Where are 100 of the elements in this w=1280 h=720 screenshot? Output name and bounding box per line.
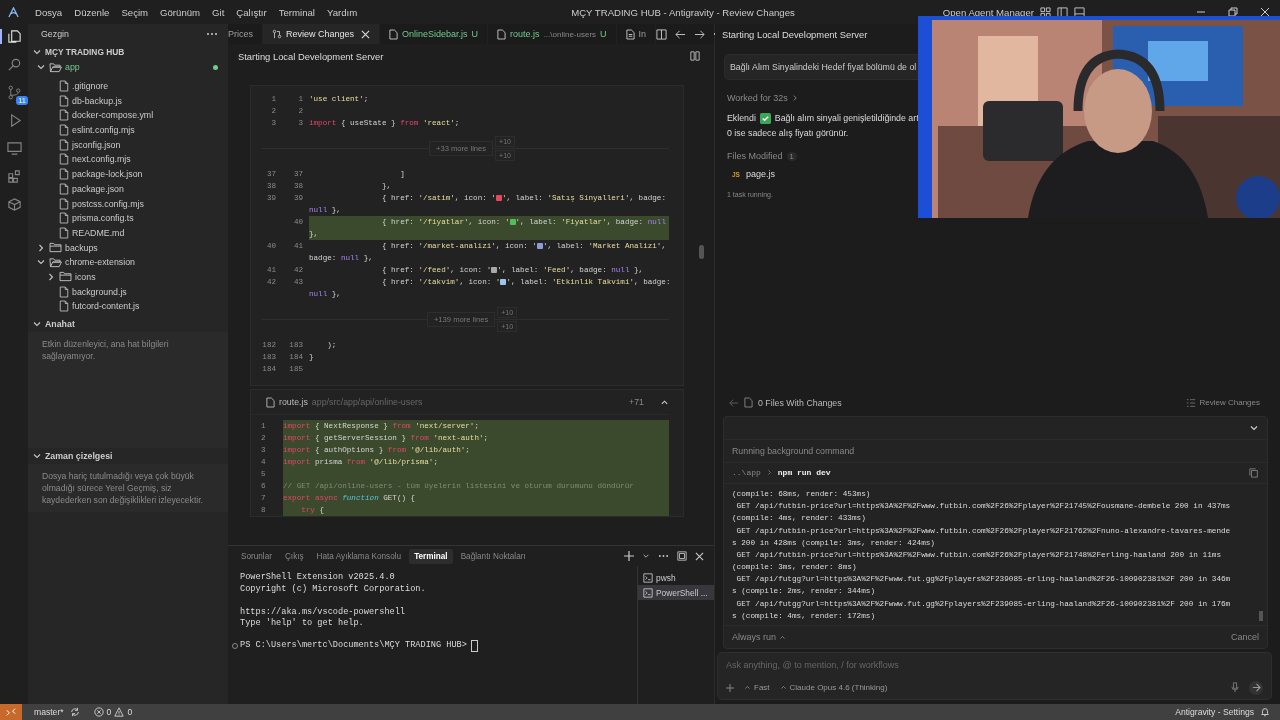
menu-item[interactable]: Çalıştır bbox=[230, 6, 273, 18]
sidebar-icon[interactable] bbox=[1057, 6, 1068, 18]
close-icon[interactable] bbox=[1260, 7, 1270, 17]
review-changes-button[interactable]: Review Changes bbox=[1185, 397, 1270, 408]
terminal-item[interactable]: pwsh bbox=[638, 570, 714, 585]
back-arrow-icon[interactable] bbox=[675, 28, 687, 40]
file-item[interactable]: README.md bbox=[72, 227, 125, 238]
file-item[interactable]: postcss.config.mjs bbox=[72, 198, 144, 209]
menu-item[interactable]: Düzenle bbox=[68, 6, 116, 18]
error-icon bbox=[93, 707, 104, 717]
panel-tab[interactable]: Sorunlar bbox=[236, 548, 277, 564]
search-icon[interactable] bbox=[6, 57, 22, 72]
more-icon[interactable] bbox=[658, 554, 669, 558]
editor-tab[interactable]: OnlineSidebar.js U bbox=[380, 24, 489, 44]
file-item[interactable]: next.config.mjs bbox=[72, 154, 131, 165]
file-path: app/src/app/api/online-users bbox=[311, 397, 423, 407]
list-icon bbox=[1185, 397, 1196, 408]
modified-dot bbox=[213, 64, 218, 70]
cancel-button[interactable]: Cancel bbox=[1231, 632, 1259, 642]
branch-button[interactable]: master* bbox=[34, 707, 64, 717]
settings-link[interactable]: Antigravity - Settings bbox=[1175, 707, 1254, 717]
error-count[interactable]: 0 bbox=[106, 707, 112, 717]
file-icon bbox=[59, 226, 69, 239]
menu-item[interactable]: Git bbox=[206, 6, 231, 18]
panel-tab[interactable]: Terminal bbox=[409, 548, 453, 564]
chevron-down-icon[interactable] bbox=[32, 451, 42, 461]
menu-item[interactable]: Seçim bbox=[115, 6, 155, 18]
chevron-down-icon[interactable] bbox=[32, 47, 42, 57]
workspace-root[interactable]: MÇY TRADING HUB bbox=[45, 47, 125, 57]
chevron-down-icon[interactable] bbox=[642, 552, 650, 560]
file-item[interactable]: eslint.config.mjs bbox=[72, 125, 135, 136]
menu-item[interactable]: Görünüm bbox=[154, 6, 207, 18]
scrollbar-thumb[interactable] bbox=[699, 245, 704, 259]
sync-icon[interactable] bbox=[69, 707, 80, 717]
modified-file-link[interactable]: page.js bbox=[745, 169, 775, 179]
file-icon bbox=[744, 397, 753, 409]
panel-tab[interactable]: Çıkış bbox=[279, 548, 309, 564]
always-run-button[interactable]: Always run bbox=[732, 632, 786, 642]
file-name[interactable]: route.js bbox=[279, 397, 308, 407]
file-item[interactable]: background.js bbox=[72, 286, 127, 297]
forward-arrow-icon[interactable] bbox=[694, 28, 706, 40]
file-item[interactable]: package-lock.json bbox=[72, 169, 143, 180]
close-icon[interactable] bbox=[361, 29, 371, 39]
reply-text: Bağlı alım sinyali genişletildiğinde art bbox=[774, 112, 919, 125]
folder-item[interactable]: icons bbox=[75, 271, 96, 282]
file-item[interactable]: db-backup.js bbox=[72, 95, 122, 106]
terminal-item[interactable]: PowerShell ... bbox=[638, 585, 714, 600]
source-control-icon[interactable] bbox=[6, 85, 22, 100]
model-selector[interactable]: Claude Opus 4.6 (Thinking) bbox=[779, 683, 888, 693]
folder-item[interactable]: backups bbox=[65, 242, 98, 253]
panel-tab[interactable]: Hata Ayıklama Konsolu bbox=[311, 548, 407, 564]
extensions-icon[interactable] bbox=[6, 169, 22, 184]
file-item[interactable]: prisma.config.ts bbox=[72, 213, 134, 224]
restore-icon[interactable] bbox=[1228, 7, 1238, 17]
menu-item[interactable]: Terminal bbox=[272, 6, 321, 18]
folder-item[interactable]: app bbox=[65, 62, 80, 73]
file-icon bbox=[497, 28, 507, 40]
files-icon[interactable] bbox=[6, 29, 22, 44]
chevron-right-icon[interactable] bbox=[46, 271, 56, 282]
files-modified-label: Files Modified bbox=[727, 151, 783, 161]
more-icon[interactable] bbox=[206, 32, 218, 36]
conversation-title: Starting Local Development Server bbox=[722, 28, 868, 40]
editor-tab[interactable]: Review Changes bbox=[263, 24, 381, 44]
file-item[interactable]: futcord-content.js bbox=[72, 301, 140, 312]
bell-icon[interactable] bbox=[1260, 707, 1270, 717]
copy-icon[interactable] bbox=[1249, 467, 1259, 478]
send-button[interactable] bbox=[1249, 680, 1263, 695]
close-icon[interactable] bbox=[695, 551, 704, 561]
file-item[interactable]: package.json bbox=[72, 183, 124, 194]
chevron-right-icon[interactable] bbox=[36, 242, 46, 253]
file-item[interactable]: jsconfig.json bbox=[72, 139, 121, 150]
plus-icon[interactable] bbox=[726, 683, 734, 692]
mode-selector[interactable]: Fast bbox=[744, 683, 770, 693]
chevron-down-icon[interactable] bbox=[32, 319, 42, 329]
caret-up-icon bbox=[779, 633, 786, 641]
plus-icon[interactable] bbox=[624, 551, 634, 561]
remote-icon[interactable] bbox=[6, 141, 22, 156]
file-item[interactable]: docker-compose.yml bbox=[72, 110, 154, 121]
editor-tab[interactable]: route.js ...\online-users U bbox=[488, 24, 617, 44]
reply-text: 0 ise sadece alış fiyatı görünür. bbox=[727, 127, 849, 140]
worked-toggle[interactable]: Worked for 32s bbox=[727, 93, 788, 103]
menu-item[interactable]: Dosya bbox=[29, 6, 69, 18]
split-view-icon[interactable] bbox=[690, 51, 700, 61]
split-editor-icon[interactable] bbox=[656, 28, 668, 40]
folder-item[interactable]: chrome-extension bbox=[65, 257, 135, 268]
section-title[interactable]: Anahat bbox=[45, 319, 75, 329]
box-icon[interactable] bbox=[6, 197, 22, 212]
warning-count[interactable]: 0 bbox=[127, 707, 133, 717]
panel-icon[interactable] bbox=[1074, 6, 1085, 18]
scrollbar-thumb[interactable] bbox=[1259, 611, 1263, 621]
maximize-icon[interactable] bbox=[677, 551, 687, 561]
microphone-icon[interactable] bbox=[1231, 682, 1239, 694]
panel-tab[interactable]: Bağlantı Noktaları bbox=[455, 548, 531, 564]
chat-input[interactable]: Ask anything, @ to mention, / for workflows bbox=[717, 652, 1272, 677]
layout-icon[interactable] bbox=[1040, 6, 1051, 18]
chevron-up-icon[interactable] bbox=[660, 397, 669, 407]
menu-item[interactable]: Yardım bbox=[321, 6, 364, 18]
section-title[interactable]: Zaman çizelgesi bbox=[45, 451, 113, 461]
editor-tab[interactable]: In bbox=[616, 24, 657, 44]
file-item[interactable]: .gitignore bbox=[72, 81, 109, 92]
